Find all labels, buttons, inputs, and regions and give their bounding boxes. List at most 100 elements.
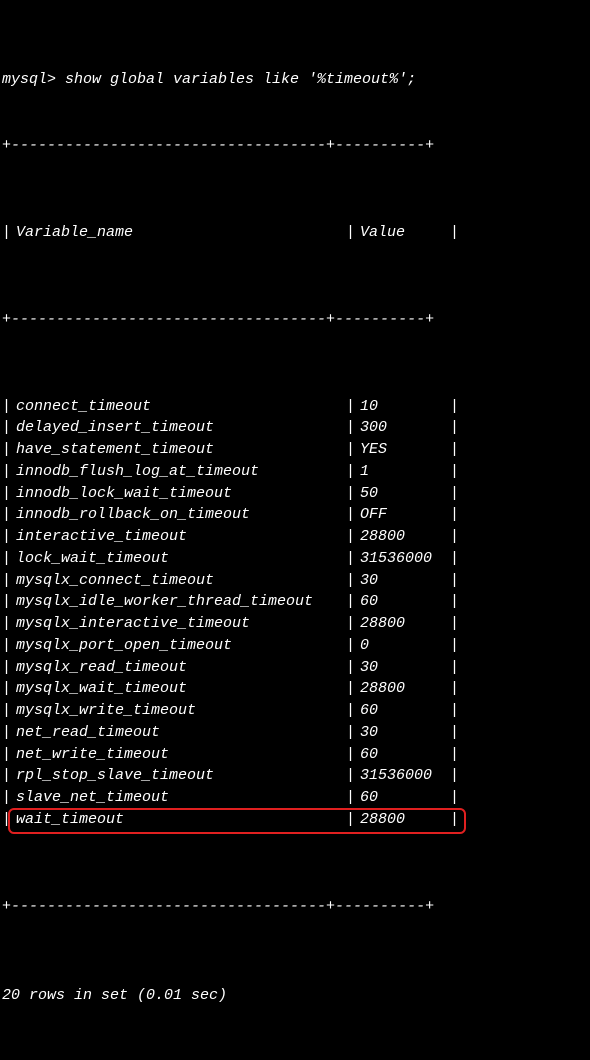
pipe-char: | [2,396,12,418]
table-row: |innodb_rollback_on_timeout|OFF| [2,504,588,526]
pipe-char: | [346,657,356,679]
pipe-char: | [450,417,460,439]
pipe-char: | [346,700,356,722]
variable-value: 60 [356,787,450,809]
pipe-char: | [450,744,460,766]
table-header-row: | Variable_name | Value | [2,222,588,244]
pipe-char: | [2,613,12,635]
pipe-char: | [450,483,460,505]
pipe-char: | [2,722,12,744]
table-row: |slave_net_timeout|60| [2,787,588,809]
variable-value: 60 [356,744,450,766]
table-row: |net_read_timeout|30| [2,722,588,744]
pipe-char: | [2,483,12,505]
variable-name: net_write_timeout [12,744,346,766]
variable-value: 28800 [356,809,450,831]
variable-name: delayed_insert_timeout [12,417,346,439]
pipe-char: | [450,591,460,613]
variable-value: 10 [356,396,450,418]
pipe-char: | [2,591,12,613]
variable-name: mysqlx_connect_timeout [12,570,346,592]
variable-name: have_statement_timeout [12,439,346,461]
variable-value: 28800 [356,526,450,548]
variable-name: innodb_lock_wait_timeout [12,483,346,505]
table-row: |mysqlx_port_open_timeout|0| [2,635,588,657]
column-header-name: Variable_name [12,222,346,244]
pipe-char: | [346,722,356,744]
pipe-char: | [2,787,12,809]
pipe-char: | [346,483,356,505]
pipe-char: | [346,222,356,244]
pipe-char: | [2,809,12,831]
pipe-char: | [450,526,460,548]
pipe-char: | [450,657,460,679]
table-separator-mid: +-----------------------------------+---… [2,309,588,331]
table-row: |connect_timeout|10| [2,396,588,418]
variable-name: mysqlx_idle_worker_thread_timeout [12,591,346,613]
pipe-char: | [2,222,12,244]
pipe-char: | [450,809,460,831]
pipe-char: | [346,526,356,548]
table-row: |have_statement_timeout|YES| [2,439,588,461]
table-row: |wait_timeout|28800| [2,809,588,831]
table-row: |innodb_flush_log_at_timeout|1| [2,461,588,483]
variable-value: YES [356,439,450,461]
variable-name: slave_net_timeout [12,787,346,809]
variable-name: connect_timeout [12,396,346,418]
variable-value: 50 [356,483,450,505]
pipe-char: | [2,570,12,592]
pipe-char: | [450,678,460,700]
variable-name: wait_timeout [12,809,346,831]
variable-value: 28800 [356,678,450,700]
variable-value: 31536000 [356,765,450,787]
pipe-char: | [2,439,12,461]
pipe-char: | [346,613,356,635]
pipe-char: | [450,504,460,526]
pipe-char: | [450,613,460,635]
table-separator-top: +-----------------------------------+---… [2,135,588,157]
column-header-value: Value [356,222,450,244]
variable-name: mysqlx_wait_timeout [12,678,346,700]
pipe-char: | [346,461,356,483]
variable-value: 28800 [356,613,450,635]
pipe-char: | [450,548,460,570]
table-body: |connect_timeout|10||delayed_insert_time… [2,396,588,831]
pipe-char: | [346,591,356,613]
table-row: |interactive_timeout|28800| [2,526,588,548]
table-row: |net_write_timeout|60| [2,744,588,766]
pipe-char: | [450,461,460,483]
table-row: |lock_wait_timeout|31536000| [2,548,588,570]
pipe-char: | [450,700,460,722]
pipe-char: | [450,635,460,657]
pipe-char: | [2,504,12,526]
pipe-char: | [2,657,12,679]
pipe-char: | [346,504,356,526]
variable-name: mysqlx_port_open_timeout [12,635,346,657]
pipe-char: | [2,548,12,570]
pipe-char: | [346,744,356,766]
terminal-output: mysql> show global variables like '%time… [0,0,590,1060]
table-row: |delayed_insert_timeout|300| [2,417,588,439]
pipe-char: | [2,678,12,700]
table-separator-bottom: +-----------------------------------+---… [2,896,588,918]
pipe-char: | [346,635,356,657]
variable-name: interactive_timeout [12,526,346,548]
pipe-char: | [2,526,12,548]
pipe-char: | [346,809,356,831]
table-row: |mysqlx_wait_timeout|28800| [2,678,588,700]
variable-value: 1 [356,461,450,483]
variable-name: lock_wait_timeout [12,548,346,570]
pipe-char: | [346,396,356,418]
pipe-char: | [346,787,356,809]
pipe-char: | [346,439,356,461]
pipe-char: | [450,222,460,244]
pipe-char: | [2,417,12,439]
pipe-char: | [346,570,356,592]
pipe-char: | [346,417,356,439]
variable-name: mysqlx_write_timeout [12,700,346,722]
variable-value: 30 [356,722,450,744]
table-row: |rpl_stop_slave_timeout|31536000| [2,765,588,787]
variable-name: mysqlx_read_timeout [12,657,346,679]
pipe-char: | [346,548,356,570]
variable-value: 0 [356,635,450,657]
